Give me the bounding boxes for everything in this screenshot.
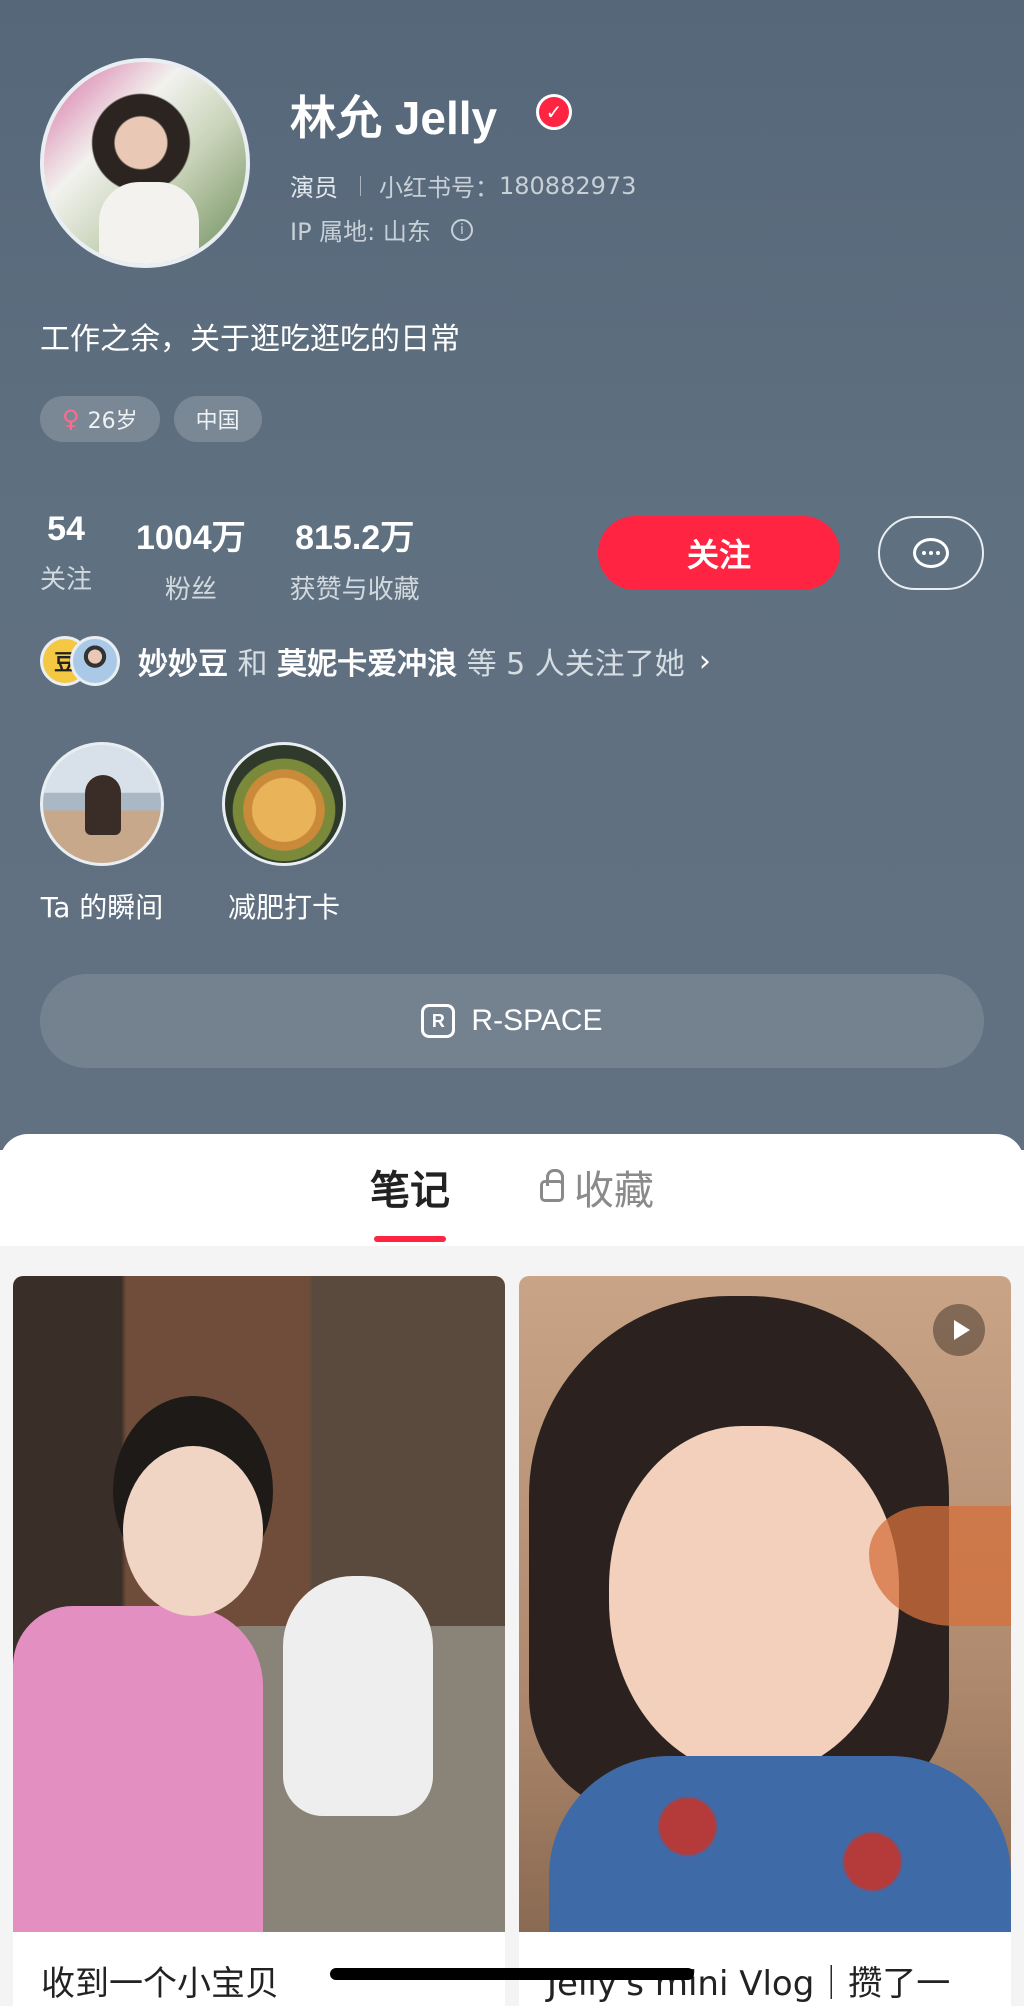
- meta-divider: [360, 175, 361, 196]
- occupation-label: 演员: [290, 174, 338, 202]
- rspace-label: R-SPACE: [471, 1004, 603, 1037]
- stat-followers[interactable]: 1004万 粉丝: [136, 510, 246, 606]
- mutual-user: 莫妮卡爱冲浪: [277, 647, 458, 682]
- note-card[interactable]: Jelly's mini Vlog｜攒了一: [519, 1276, 1011, 2006]
- id-value[interactable]: 180882973: [499, 172, 636, 200]
- verified-badge-icon: ✓: [536, 94, 572, 130]
- stat-label: 关注: [40, 565, 93, 595]
- mutual-avatar: [70, 636, 120, 686]
- lock-icon: [540, 1169, 564, 1202]
- tag-region: 中国: [173, 396, 262, 442]
- stat-following[interactable]: 54 关注: [40, 510, 92, 606]
- stat-label: 粉丝: [164, 575, 217, 605]
- home-indicator[interactable]: [330, 1968, 694, 1980]
- tab-collections[interactable]: 收藏: [540, 1158, 654, 1222]
- stat-likes[interactable]: 815.2万 获赞与收藏: [290, 510, 420, 606]
- tag-age: ♀ 26岁: [40, 396, 160, 442]
- follow-button[interactable]: 关注: [598, 516, 840, 590]
- profile-tags: ♀ 26岁 中国: [40, 396, 262, 442]
- highlight-cover: [40, 742, 164, 866]
- tab-label: 笔记: [370, 1168, 450, 1214]
- rspace-button[interactable]: R R-SPACE: [40, 974, 984, 1068]
- mutual-user: 妙妙豆: [138, 647, 228, 682]
- tag-age-label: 26岁: [87, 409, 138, 434]
- ip-location-line: IP 属地: 山东 i: [290, 212, 473, 247]
- mutual-followers[interactable]: 豆 妙妙豆 和 莫妮卡爱冲浪 等 5 人关注了她 ›: [40, 636, 711, 686]
- profile-bio: 工作之余，关于逛吃逛吃的日常: [40, 322, 460, 357]
- chevron-right-icon: ›: [698, 643, 711, 679]
- tag-region-label: 中国: [195, 409, 240, 434]
- rspace-icon: R: [421, 1004, 456, 1038]
- stat-label: 获赞与收藏: [289, 575, 420, 605]
- message-button[interactable]: [878, 516, 984, 590]
- highlight-cover: [222, 742, 346, 866]
- highlight-item[interactable]: Ta 的瞬间: [40, 742, 164, 926]
- note-cover-image: [519, 1276, 1011, 1932]
- note-cover-image: [13, 1276, 505, 1932]
- info-icon[interactable]: i: [450, 218, 473, 241]
- stat-value: 815.2万: [295, 519, 415, 557]
- profile-name: 林允 Jelly: [290, 92, 498, 144]
- highlights-row: Ta 的瞬间 减肥打卡: [40, 742, 346, 926]
- mutual-suffix: 等 5 人关注了她: [466, 647, 685, 682]
- note-card[interactable]: 收到一个小宝贝: [13, 1276, 505, 2006]
- female-icon: ♀: [62, 405, 80, 433]
- profile-stats: 54 关注 1004万 粉丝 815.2万 获赞与收藏: [40, 510, 464, 606]
- highlight-label: 减肥打卡: [227, 891, 340, 924]
- profile-meta-line: 演员 小红书号： 180882973: [290, 168, 636, 203]
- mutual-connector: 和: [237, 647, 268, 682]
- stat-value: 54: [47, 510, 85, 548]
- play-icon: [933, 1304, 985, 1356]
- mutual-text: 妙妙豆 和 莫妮卡爱冲浪 等 5 人关注了她: [138, 639, 685, 683]
- tab-notes[interactable]: 笔记: [370, 1158, 450, 1222]
- highlight-label: Ta 的瞬间: [40, 891, 164, 924]
- id-label: 小红书号：: [379, 174, 499, 202]
- profile-avatar[interactable]: [40, 58, 250, 268]
- content-tabs: 笔记 收藏: [0, 1134, 1024, 1246]
- highlight-item[interactable]: 减肥打卡: [222, 742, 346, 926]
- ip-location: IP 属地: 山东: [290, 218, 431, 246]
- chat-bubble-icon: [913, 538, 949, 568]
- stat-value: 1004万: [136, 519, 246, 557]
- tab-label: 收藏: [574, 1168, 654, 1214]
